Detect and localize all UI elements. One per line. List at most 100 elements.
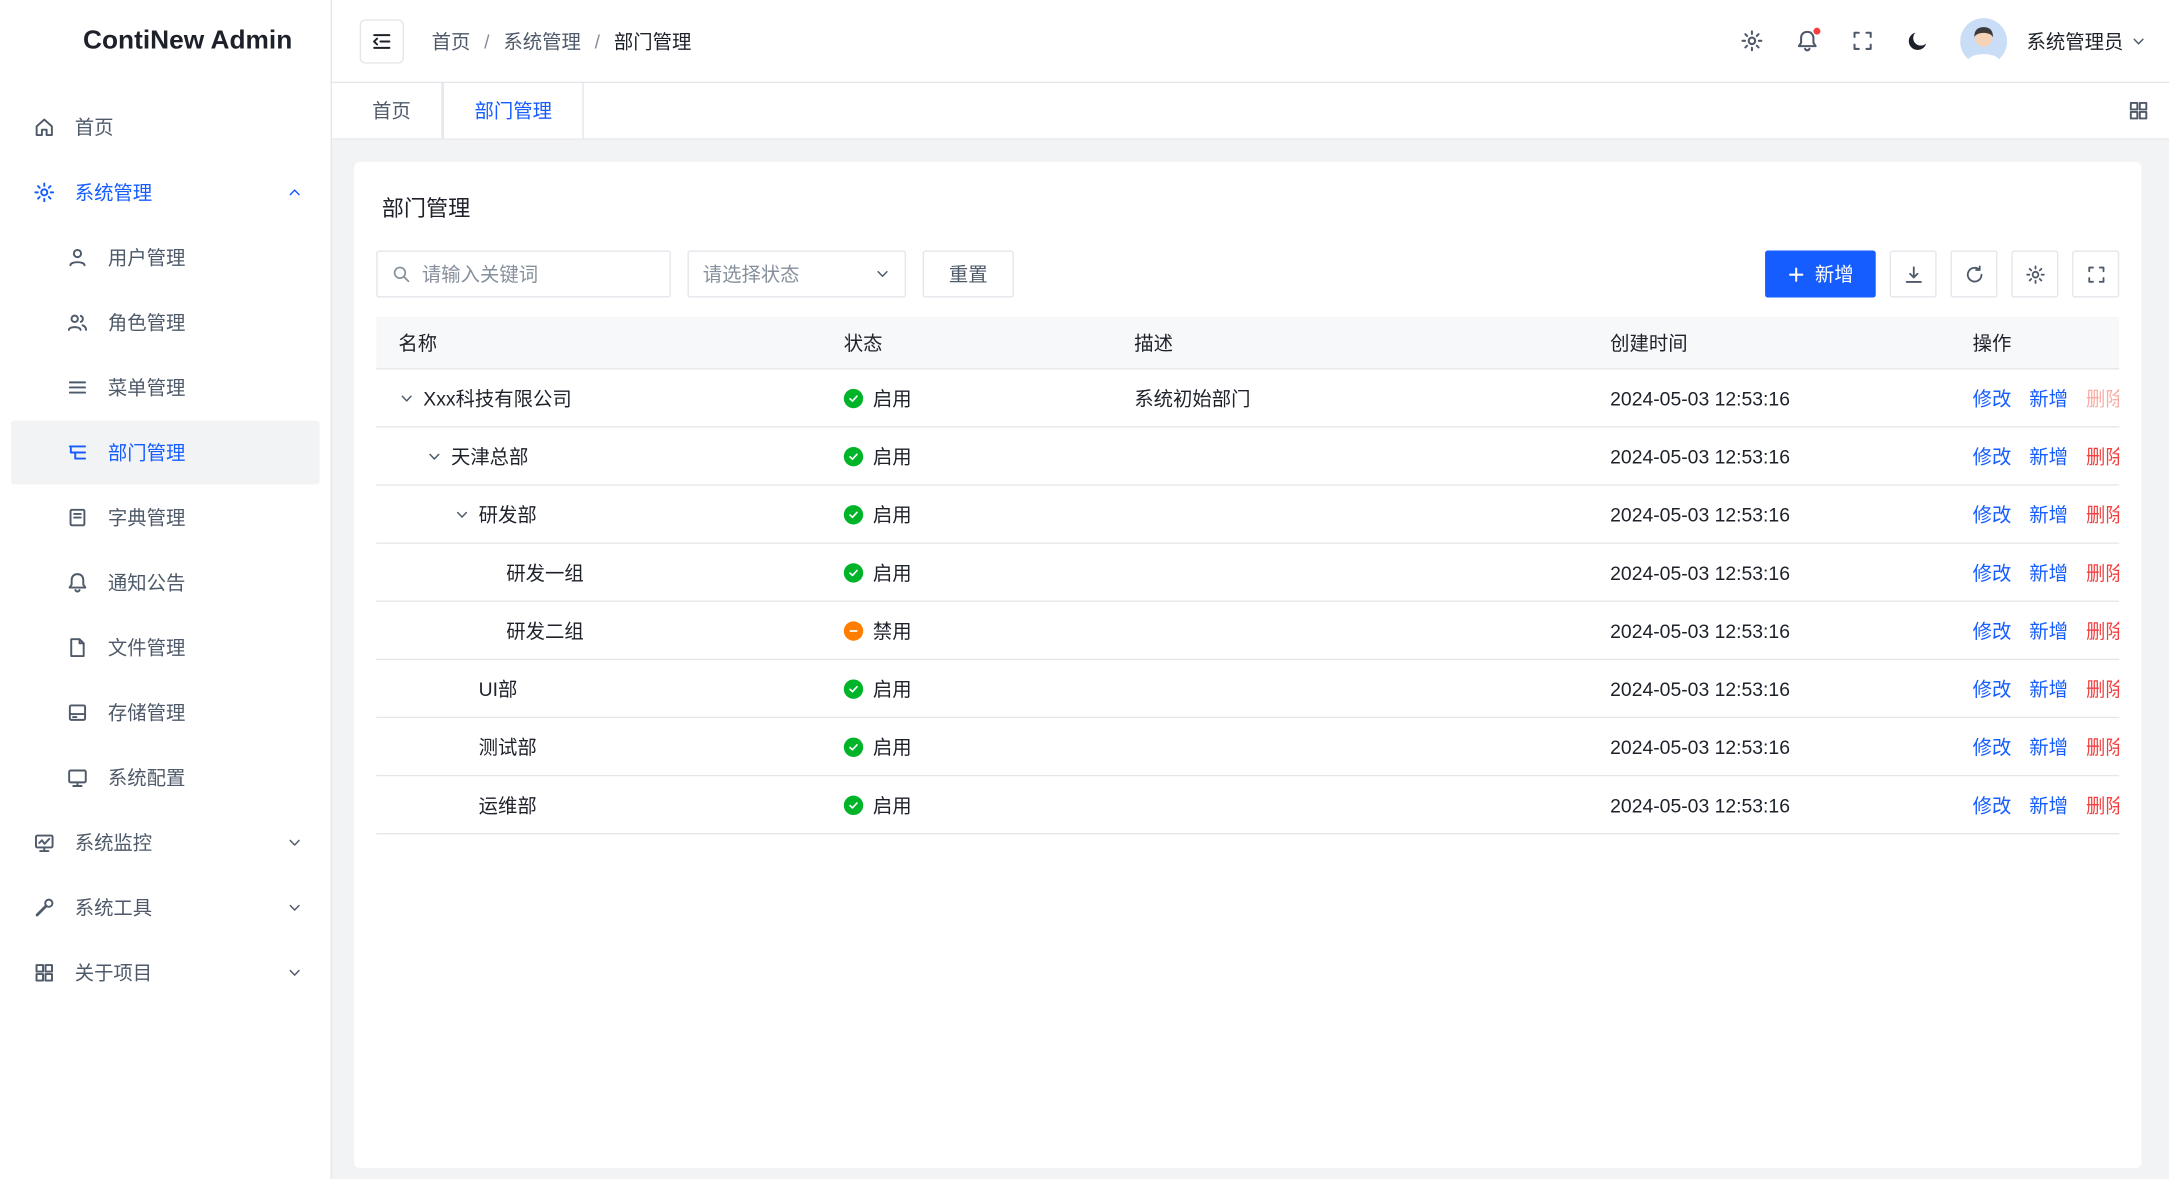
table-settings-button[interactable] — [2011, 250, 2058, 297]
edit-link[interactable]: 修改 — [1973, 442, 2012, 470]
sidebar-item-notice[interactable]: 通知公告 — [11, 551, 319, 615]
users-icon — [66, 311, 88, 333]
sidebar-item-label: 系统监控 — [75, 829, 152, 857]
collapse-caret-icon[interactable] — [426, 448, 443, 465]
delete-link[interactable]: 删除 — [2086, 442, 2119, 470]
fullscreen-icon — [1850, 29, 1874, 53]
delete-link[interactable]: 删除 — [2086, 616, 2119, 644]
edit-link[interactable]: 修改 — [1973, 733, 2012, 761]
table-row: 天津总部 启用 2024-05-03 12:53:16 修改 新增 删除 — [376, 428, 2119, 486]
tab-home[interactable]: 首页 — [340, 83, 442, 138]
sidebar-collapse-button[interactable] — [360, 19, 404, 63]
sidebar-group-system-monitor[interactable]: 系统监控 — [11, 811, 319, 875]
add-child-link[interactable]: 新增 — [2029, 616, 2068, 644]
status-select[interactable]: 请选择状态 — [687, 250, 906, 297]
avatar[interactable] — [1960, 17, 2007, 64]
dept-name: 研发二组 — [506, 616, 583, 644]
sidebar-group-about-project[interactable]: 关于项目 — [11, 941, 319, 1005]
table-row: Xxx科技有限公司 启用 系统初始部门 2024-05-03 12:53:16 … — [376, 369, 2119, 427]
settings-button[interactable] — [1728, 17, 1775, 64]
book-icon — [66, 506, 88, 528]
delete-link[interactable]: 删除 — [2086, 675, 2119, 703]
tab-department-management[interactable]: 部门管理 — [443, 83, 584, 138]
sidebar-item-role-management[interactable]: 角色管理 — [11, 291, 319, 355]
edit-link[interactable]: 修改 — [1973, 616, 2012, 644]
tab-options-button[interactable] — [2128, 83, 2169, 138]
display-icon — [66, 767, 88, 789]
add-child-link[interactable]: 新增 — [2029, 733, 2068, 761]
delete-link[interactable]: 删除 — [2086, 733, 2119, 761]
avatar-image — [1960, 17, 2007, 64]
download-icon — [1903, 264, 1924, 285]
table-row: 测试部 启用 2024-05-03 12:53:16 修改 新增 删除 — [376, 718, 2119, 776]
sidebar-item-storage-management[interactable]: 存储管理 — [11, 681, 319, 745]
dark-mode-button[interactable] — [1894, 17, 1941, 64]
collapse-caret-icon[interactable] — [454, 506, 471, 523]
user-menu[interactable]: 系统管理员 — [2027, 27, 2147, 55]
status-label: 启用 — [873, 558, 912, 586]
table-fullscreen-button[interactable] — [2072, 250, 2119, 297]
sidebar-item-home[interactable]: 首页 — [11, 95, 319, 159]
export-button[interactable] — [1890, 250, 1937, 297]
bell-icon — [66, 572, 88, 594]
edit-link[interactable]: 修改 — [1973, 384, 2012, 412]
sidebar-item-file-management[interactable]: 文件管理 — [11, 616, 319, 680]
sidebar-item-department-management[interactable]: 部门管理 — [11, 421, 319, 485]
edit-link[interactable]: 修改 — [1973, 791, 2012, 819]
search-input[interactable] — [422, 263, 656, 285]
breadcrumb-system-management[interactable]: 系统管理 — [503, 27, 580, 55]
reset-button[interactable]: 重置 — [923, 250, 1014, 297]
moon-icon — [1905, 29, 1929, 53]
sidebar-item-user-management[interactable]: 用户管理 — [11, 226, 319, 290]
fullscreen-button[interactable] — [1838, 17, 1885, 64]
toolbar-actions: 新增 — [1765, 250, 2119, 297]
fullscreen-icon — [2085, 264, 2106, 285]
sidebar-item-menu-management[interactable]: 菜单管理 — [11, 356, 319, 420]
sidebar-item-label: 首页 — [75, 113, 114, 141]
chevron-down-icon — [874, 266, 891, 283]
add-button[interactable]: 新增 — [1765, 250, 1876, 297]
edit-link[interactable]: 修改 — [1973, 675, 2012, 703]
notification-dot — [1812, 26, 1822, 36]
logo-icon — [28, 21, 69, 63]
delete-link[interactable]: 删除 — [2086, 500, 2119, 528]
collapse-caret-icon[interactable] — [398, 390, 415, 407]
edit-link[interactable]: 修改 — [1973, 558, 2012, 586]
breadcrumb-home[interactable]: 首页 — [432, 27, 471, 55]
table-row: 研发一组 启用 2024-05-03 12:53:16 修改 新增 删除 — [376, 544, 2119, 602]
add-child-link[interactable]: 新增 — [2029, 384, 2068, 412]
dept-name: 测试部 — [479, 733, 537, 761]
menu-fold-icon — [371, 30, 393, 52]
delete-link[interactable]: 删除 — [2086, 558, 2119, 586]
notifications-button[interactable] — [1783, 17, 1830, 64]
delete-link[interactable]: 删除 — [2086, 791, 2119, 819]
delete-link: 删除 — [2086, 384, 2119, 412]
created-time: 2024-05-03 12:53:16 — [1588, 619, 1950, 641]
home-icon — [33, 116, 55, 138]
app-logo[interactable]: ContiNew Admin — [0, 0, 331, 83]
refresh-button[interactable] — [1950, 250, 1997, 297]
add-child-link[interactable]: 新增 — [2029, 442, 2068, 470]
sidebar-item-dictionary-management[interactable]: 字典管理 — [11, 486, 319, 550]
main-column: 首页 / 系统管理 / 部门管理 — [332, 0, 2169, 1179]
tab-label: 首页 — [372, 97, 411, 125]
status-disabled-icon — [844, 621, 863, 640]
sidebar-group-system-management[interactable]: 系统管理 — [11, 161, 319, 225]
dashboard-icon — [33, 832, 55, 854]
sidebar-menu: 首页 系统管理 用户管理 角色管理 菜单管理 部门管理 — [0, 83, 331, 1017]
add-child-link[interactable]: 新增 — [2029, 500, 2068, 528]
status-label: 启用 — [873, 791, 912, 819]
add-child-link[interactable]: 新增 — [2029, 558, 2068, 586]
status-enabled-icon — [844, 563, 863, 582]
status-enabled-icon — [844, 737, 863, 756]
add-child-link[interactable]: 新增 — [2029, 675, 2068, 703]
sidebar-group-system-tools[interactable]: 系统工具 — [11, 876, 319, 940]
add-child-link[interactable]: 新增 — [2029, 791, 2068, 819]
table-row: 运维部 启用 2024-05-03 12:53:16 修改 新增 删除 — [376, 776, 2119, 834]
sidebar-item-system-config[interactable]: 系统配置 — [11, 746, 319, 810]
column-header-description: 描述 — [1112, 329, 1588, 357]
sidebar-item-label: 文件管理 — [108, 634, 185, 662]
edit-link[interactable]: 修改 — [1973, 500, 2012, 528]
chevron-up-icon — [286, 184, 303, 201]
created-time: 2024-05-03 12:53:16 — [1588, 794, 1950, 816]
